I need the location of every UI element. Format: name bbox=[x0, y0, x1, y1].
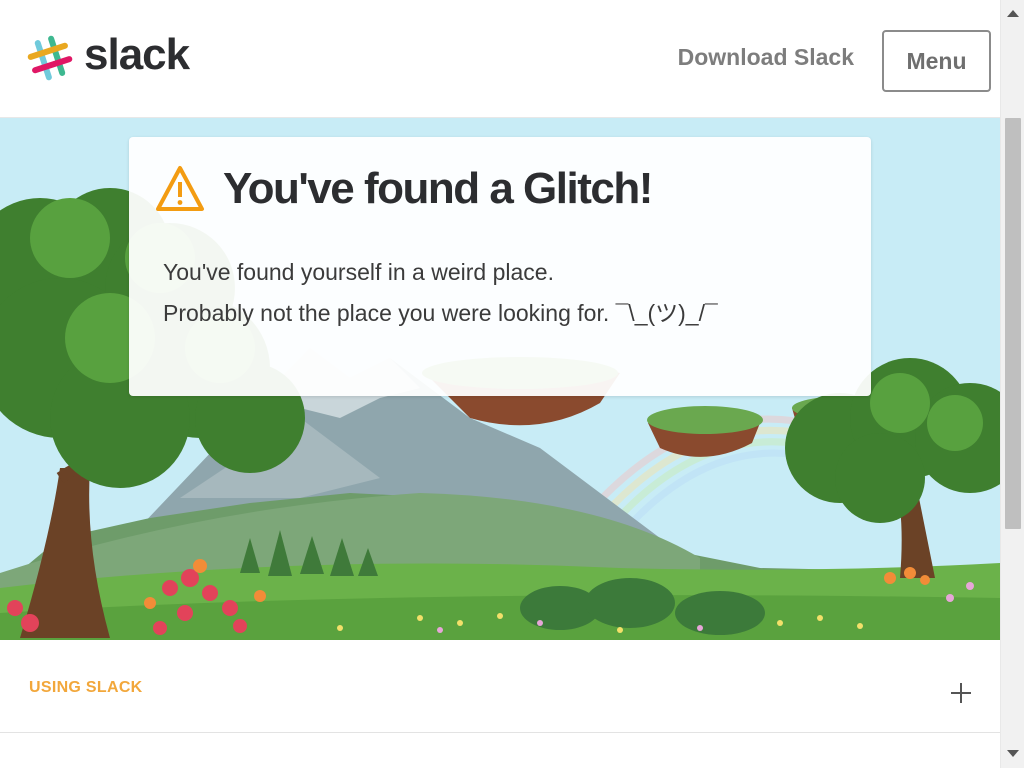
menu-button[interactable]: Menu bbox=[882, 30, 991, 92]
plus-icon[interactable] bbox=[950, 682, 972, 704]
vertical-scrollbar[interactable] bbox=[1000, 0, 1024, 768]
scroll-up-arrow-icon[interactable] bbox=[1007, 10, 1019, 17]
logo-wordmark: slack bbox=[84, 30, 190, 79]
scrollbar-thumb[interactable] bbox=[1005, 118, 1021, 529]
page-title: You've found a Glitch! bbox=[223, 164, 653, 213]
slack-hash-icon bbox=[27, 35, 73, 81]
glitch-message-card: You've found a Glitch! You've found your… bbox=[129, 137, 871, 396]
download-slack-link[interactable]: Download Slack bbox=[678, 46, 854, 69]
card-title-row: You've found a Glitch! bbox=[155, 164, 653, 213]
using-slack-accordion[interactable]: USING SLACK bbox=[0, 640, 1000, 733]
glitch-message-line-1: You've found yourself in a weird place. bbox=[163, 259, 554, 285]
scroll-down-arrow-icon[interactable] bbox=[1007, 750, 1019, 757]
warning-triangle-icon bbox=[156, 166, 204, 211]
accordion-label: USING SLACK bbox=[29, 679, 143, 696]
page: slack Download Slack Menu You've found a… bbox=[0, 0, 1000, 768]
slack-logo[interactable]: slack bbox=[26, 30, 190, 82]
glitch-message-line-2: Probably not the place you were looking … bbox=[163, 300, 718, 326]
site-header: slack Download Slack Menu bbox=[0, 0, 1000, 118]
